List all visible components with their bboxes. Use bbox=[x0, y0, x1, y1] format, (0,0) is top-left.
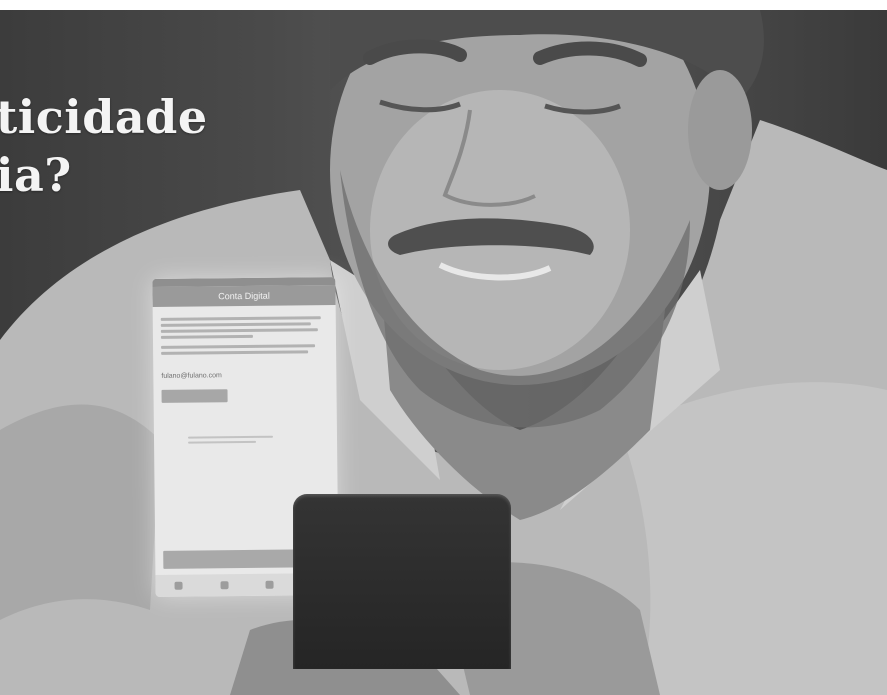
tab-transfer-icon[interactable] bbox=[265, 580, 274, 589]
app-text-line bbox=[160, 334, 253, 339]
app-text-line bbox=[161, 344, 315, 349]
app-text-line bbox=[160, 322, 312, 327]
ear bbox=[688, 70, 752, 190]
app-link-line bbox=[188, 440, 256, 444]
shirt-fold-right bbox=[620, 382, 887, 695]
app-button[interactable] bbox=[161, 389, 228, 403]
app-text-line bbox=[161, 350, 309, 355]
app-link-line bbox=[187, 435, 273, 439]
app-field-label bbox=[161, 363, 328, 371]
headline-line-2: ia? bbox=[0, 148, 72, 202]
photo: ticidade ia? Conta Digital fulano@fulano… bbox=[0, 10, 887, 695]
tab-account-icon[interactable] bbox=[220, 581, 229, 590]
app-field-value: fulano@fulano.com bbox=[161, 372, 222, 380]
tab-home-icon[interactable] bbox=[174, 581, 183, 590]
headline: ticidade ia? bbox=[0, 88, 208, 204]
app-body: fulano@fulano.com bbox=[153, 305, 337, 444]
headline-line-1: ticidade bbox=[0, 90, 208, 144]
app-links bbox=[187, 435, 329, 444]
app-header: Conta Digital bbox=[152, 285, 336, 307]
app-text-line bbox=[160, 328, 318, 333]
held-phone bbox=[293, 494, 511, 669]
shirt-fold-left bbox=[0, 404, 160, 620]
app-text-line bbox=[160, 316, 322, 321]
